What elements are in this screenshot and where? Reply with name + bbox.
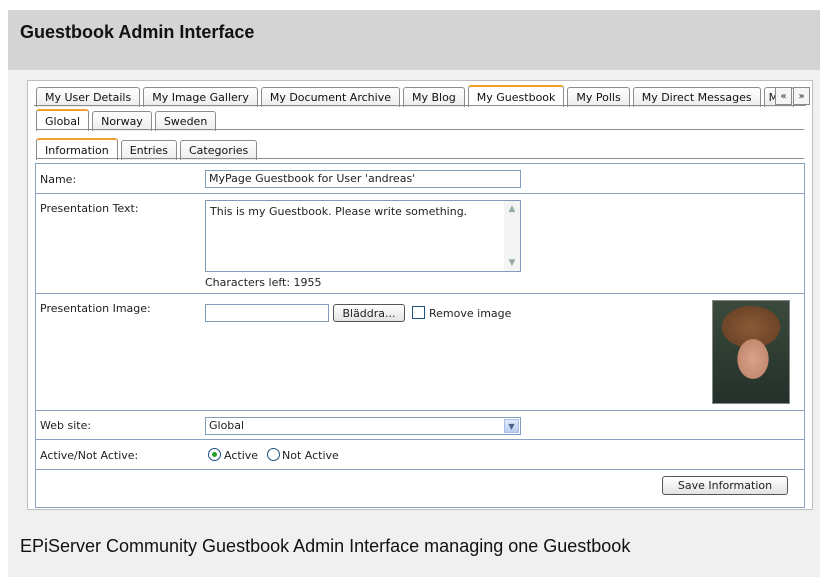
- tab-my-blog[interactable]: My Blog: [402, 87, 465, 107]
- active-radio[interactable]: [208, 448, 221, 461]
- tab-norway[interactable]: Norway: [92, 111, 152, 131]
- presentation-text-row: Presentation Text: This is my Guestbook.…: [36, 194, 804, 294]
- figure-caption: EPiServer Community Guestbook Admin Inte…: [20, 536, 631, 556]
- page-header: Guestbook Admin Interface: [8, 10, 820, 70]
- textarea-scrollbar[interactable]: ▲ ▼: [504, 201, 520, 271]
- remove-image-checkbox[interactable]: [412, 306, 425, 319]
- active-row: Active/Not Active: Active Not Active: [36, 440, 804, 470]
- save-information-button[interactable]: Save Information: [662, 476, 788, 495]
- tab-my-image-gallery[interactable]: My Image Gallery: [143, 87, 258, 107]
- name-row: Name: MyPage Guestbook for User 'andreas…: [36, 164, 804, 194]
- presentation-text-label: Presentation Text:: [40, 202, 139, 215]
- tab-global[interactable]: Global: [36, 109, 90, 131]
- name-input[interactable]: MyPage Guestbook for User 'andreas': [205, 170, 521, 188]
- presentation-text-value: This is my Guestbook. Please write somet…: [210, 205, 468, 218]
- guestbook-admin-panel: My User Details My Image Gallery My Docu…: [27, 80, 813, 510]
- guestbook-info-form: Name: MyPage Guestbook for User 'andreas…: [35, 163, 805, 508]
- main-tab-strip: My User Details My Image Gallery My Docu…: [36, 85, 797, 107]
- tab-categories[interactable]: Categories: [180, 140, 258, 160]
- tab-information[interactable]: Information: [36, 138, 118, 160]
- scroll-down-icon[interactable]: ▼: [506, 257, 518, 269]
- not-active-radio-label: Not Active: [282, 449, 339, 462]
- page-title: Guestbook Admin Interface: [20, 22, 255, 42]
- tab-my-guestbook[interactable]: My Guestbook: [467, 85, 565, 107]
- file-path-input[interactable]: [205, 304, 329, 322]
- tab-my-user-details[interactable]: My User Details: [36, 87, 141, 107]
- active-radio-label: Active: [224, 449, 259, 462]
- site-tab-divider: [36, 129, 804, 130]
- tab-sweden[interactable]: Sweden: [154, 111, 217, 131]
- tab-entries[interactable]: Entries: [120, 140, 177, 160]
- tab-scroll-left-button[interactable]: «: [775, 87, 792, 105]
- tab-scroll-right-button[interactable]: »: [793, 87, 810, 105]
- site-tab-strip: Global Norway Sweden: [36, 109, 219, 131]
- presentation-text-area[interactable]: This is my Guestbook. Please write somet…: [205, 200, 521, 272]
- tab-my-polls[interactable]: My Polls: [567, 87, 630, 107]
- website-row: Web site: Global ▼: [36, 411, 804, 440]
- browse-button[interactable]: Bläddra...: [333, 304, 405, 322]
- website-label: Web site:: [40, 419, 92, 432]
- tab-my-direct-messages[interactable]: My Direct Messages: [632, 87, 761, 107]
- sub-tab-strip: Information Entries Categories: [36, 138, 260, 160]
- website-selected-value: Global: [209, 419, 245, 432]
- active-label: Active/Not Active:: [40, 449, 139, 462]
- sub-tab-divider: [36, 158, 804, 159]
- tab-scroll-buttons: « »: [774, 87, 810, 105]
- not-active-radio[interactable]: [267, 448, 280, 461]
- actions-row: Save Information: [36, 470, 804, 503]
- characters-left: Characters left: 1955: [205, 276, 322, 289]
- website-select[interactable]: Global ▼: [205, 417, 521, 435]
- presentation-image-label: Presentation Image:: [40, 302, 151, 315]
- main-tab-divider: [34, 105, 806, 106]
- presentation-image-row: Presentation Image: Bläddra... Remove im…: [36, 294, 804, 411]
- presentation-image-thumbnail: [712, 300, 790, 404]
- scroll-up-icon[interactable]: ▲: [506, 203, 518, 215]
- tab-my-document-archive[interactable]: My Document Archive: [260, 87, 400, 107]
- chevron-down-icon[interactable]: ▼: [504, 419, 519, 433]
- name-label: Name:: [40, 173, 77, 186]
- remove-image-label: Remove image: [429, 307, 512, 320]
